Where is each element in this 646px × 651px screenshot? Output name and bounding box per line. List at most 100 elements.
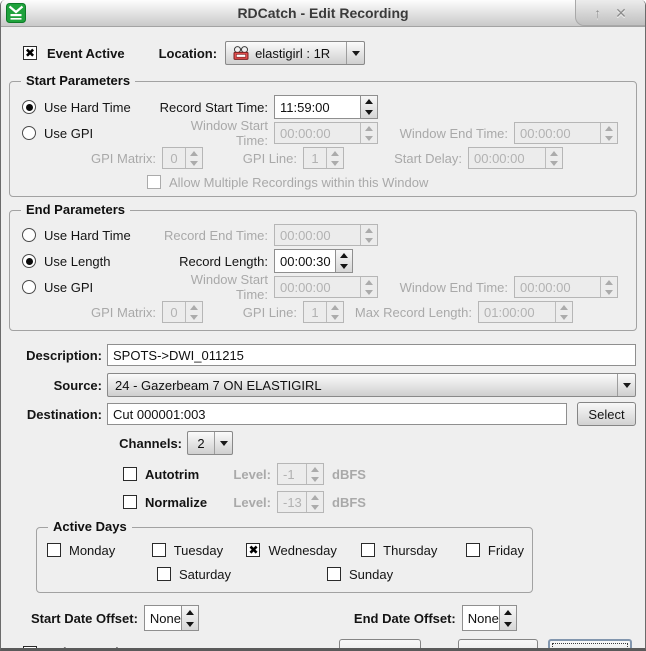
day-monday-checkbox[interactable] — [47, 543, 61, 557]
titlebar[interactable]: RDCatch - Edit Recording ↑ ✕ — [1, 0, 645, 27]
day-friday-checkbox[interactable] — [466, 543, 480, 557]
record-length-spinbox[interactable]: 00:00:30 — [274, 249, 353, 273]
use-hard-time-radio[interactable] — [22, 228, 36, 242]
normalize-level-label: Level: — [229, 495, 277, 510]
event-active-checkbox[interactable] — [23, 46, 37, 60]
day-saturday-checkbox[interactable] — [157, 567, 171, 581]
normalize-checkbox[interactable] — [123, 495, 137, 509]
spinner-buttons[interactable] — [360, 96, 377, 118]
autotrim-checkbox[interactable] — [123, 467, 137, 481]
spin-down-icon[interactable] — [500, 618, 516, 630]
spin-up-icon — [556, 302, 572, 312]
end-date-offset-label: End Date Offset: — [354, 611, 456, 626]
ok-button[interactable]: OK — [458, 639, 538, 651]
shade-window-icon[interactable]: ↑ — [594, 6, 601, 20]
select-button[interactable]: Select — [577, 402, 636, 426]
close-window-icon[interactable]: ✕ — [615, 6, 627, 20]
record-start-time-spinbox[interactable]: 11:59:00 — [274, 95, 378, 119]
spin-down-icon — [361, 287, 377, 297]
spinner-buttons — [360, 277, 377, 297]
destination-input[interactable]: Cut 000001:003 — [107, 403, 567, 425]
make-oneshot-checkbox[interactable] — [23, 646, 37, 651]
dbfs-label: dBFS — [332, 467, 366, 482]
spinner-buttons[interactable] — [499, 606, 516, 630]
group-title: Active Days — [48, 519, 132, 534]
cancel-button[interactable]: Cancel — [548, 639, 632, 651]
spin-down-icon — [361, 235, 377, 245]
normalize-label: Normalize — [145, 495, 229, 510]
record-length-label: Record Length: — [156, 254, 274, 269]
spin-down-icon — [361, 133, 377, 143]
location-value: elastigirl : 1R — [255, 46, 330, 61]
autotrim-label: Autotrim — [145, 467, 229, 482]
max-record-length-label: Max Record Length: — [344, 305, 478, 320]
day-friday-label: Friday — [488, 543, 524, 558]
use-gpi-radio[interactable] — [22, 280, 36, 294]
use-gpi-radio[interactable] — [22, 126, 36, 140]
save-as-new-button[interactable]: Save As New — [339, 639, 421, 651]
day-wednesday-checkbox[interactable] — [246, 543, 260, 557]
window-end-time-label: Window End Time: — [386, 280, 514, 295]
spin-up-icon — [307, 492, 323, 502]
window-end-time-spinbox: 00:00:00 — [514, 276, 618, 298]
end-parameters-group: End Parameters Use Hard Time Record End … — [9, 210, 637, 331]
description-label: Description: — [1, 348, 107, 363]
spin-down-icon — [601, 287, 617, 297]
group-title: Start Parameters — [21, 73, 135, 88]
window-controls: ↑ ✕ — [575, 0, 645, 26]
start-date-offset-spinbox[interactable]: None — [144, 605, 199, 631]
day-monday-label: Monday — [69, 543, 115, 558]
record-start-time-value: 11:59:00 — [275, 96, 360, 118]
window-end-time-spinbox: 00:00:00 — [514, 122, 618, 144]
normalize-level-spinbox: -13 — [277, 491, 324, 513]
spin-down-icon[interactable] — [336, 261, 352, 272]
gpi-line-value: 1 — [304, 302, 326, 322]
spinner-buttons — [545, 148, 562, 168]
use-length-radio[interactable] — [22, 254, 36, 268]
gpi-line-spinbox: 1 — [303, 147, 344, 169]
allow-multiple-label: Allow Multiple Recordings within this Wi… — [169, 175, 428, 190]
spinner-buttons — [600, 277, 617, 297]
max-record-length-spinbox: 01:00:00 — [478, 301, 573, 323]
normalize-level-value: -13 — [278, 492, 306, 512]
spin-down-icon[interactable] — [182, 618, 198, 630]
end-date-offset-spinbox[interactable]: None — [462, 605, 517, 631]
spin-down-icon[interactable] — [361, 107, 377, 118]
window-end-time-value: 00:00:00 — [515, 123, 600, 143]
spin-down-icon — [307, 474, 323, 484]
destination-label: Destination: — [1, 407, 107, 422]
autotrim-level-label: Level: — [229, 467, 277, 482]
source-label: Source: — [1, 378, 107, 393]
make-oneshot-label: Make OneShot — [45, 645, 135, 651]
spin-down-icon — [186, 158, 202, 168]
spin-up-icon[interactable] — [336, 250, 352, 261]
use-hard-time-label: Use Hard Time — [44, 100, 131, 115]
normalize-row: Normalize Level: -13 dBFS — [123, 491, 645, 513]
spinner-buttons — [360, 123, 377, 143]
event-active-label: Event Active — [47, 46, 125, 61]
use-hard-time-radio[interactable] — [22, 100, 36, 114]
spin-down-icon — [327, 158, 343, 168]
day-wednesday-label: Wednesday — [268, 543, 336, 558]
source-row: Source: 24 - Gazerbeam 7 ON ELASTIGIRL — [1, 373, 636, 397]
window-start-time-spinbox: 00:00:00 — [274, 276, 378, 298]
channels-dropdown[interactable]: 2 — [187, 431, 233, 455]
day-tuesday-checkbox[interactable] — [152, 543, 166, 557]
day-thursday-checkbox[interactable] — [361, 543, 375, 557]
source-dropdown[interactable]: 24 - Gazerbeam 7 ON ELASTIGIRL — [107, 373, 636, 397]
spin-up-icon — [546, 148, 562, 158]
spin-up-icon[interactable] — [361, 96, 377, 107]
spin-up-icon[interactable] — [500, 606, 516, 618]
start-delay-label: Start Delay: — [344, 151, 468, 166]
spinner-buttons — [600, 123, 617, 143]
description-row: Description: SPOTS->DWI_011215 — [1, 344, 636, 366]
spinner-buttons[interactable] — [181, 606, 198, 630]
spinner-buttons[interactable] — [335, 250, 352, 272]
location-dropdown[interactable]: elastigirl : 1R — [225, 41, 365, 65]
spin-up-icon[interactable] — [182, 606, 198, 618]
window-end-time-value: 00:00:00 — [515, 277, 600, 297]
header-row: Event Active Location: elastigirl : 1R — [23, 41, 633, 65]
description-input[interactable]: SPOTS->DWI_011215 — [107, 344, 636, 366]
day-sunday-checkbox[interactable] — [327, 567, 341, 581]
active-days-group: Active Days Monday Tuesday Wednesday Thu… — [36, 527, 533, 593]
